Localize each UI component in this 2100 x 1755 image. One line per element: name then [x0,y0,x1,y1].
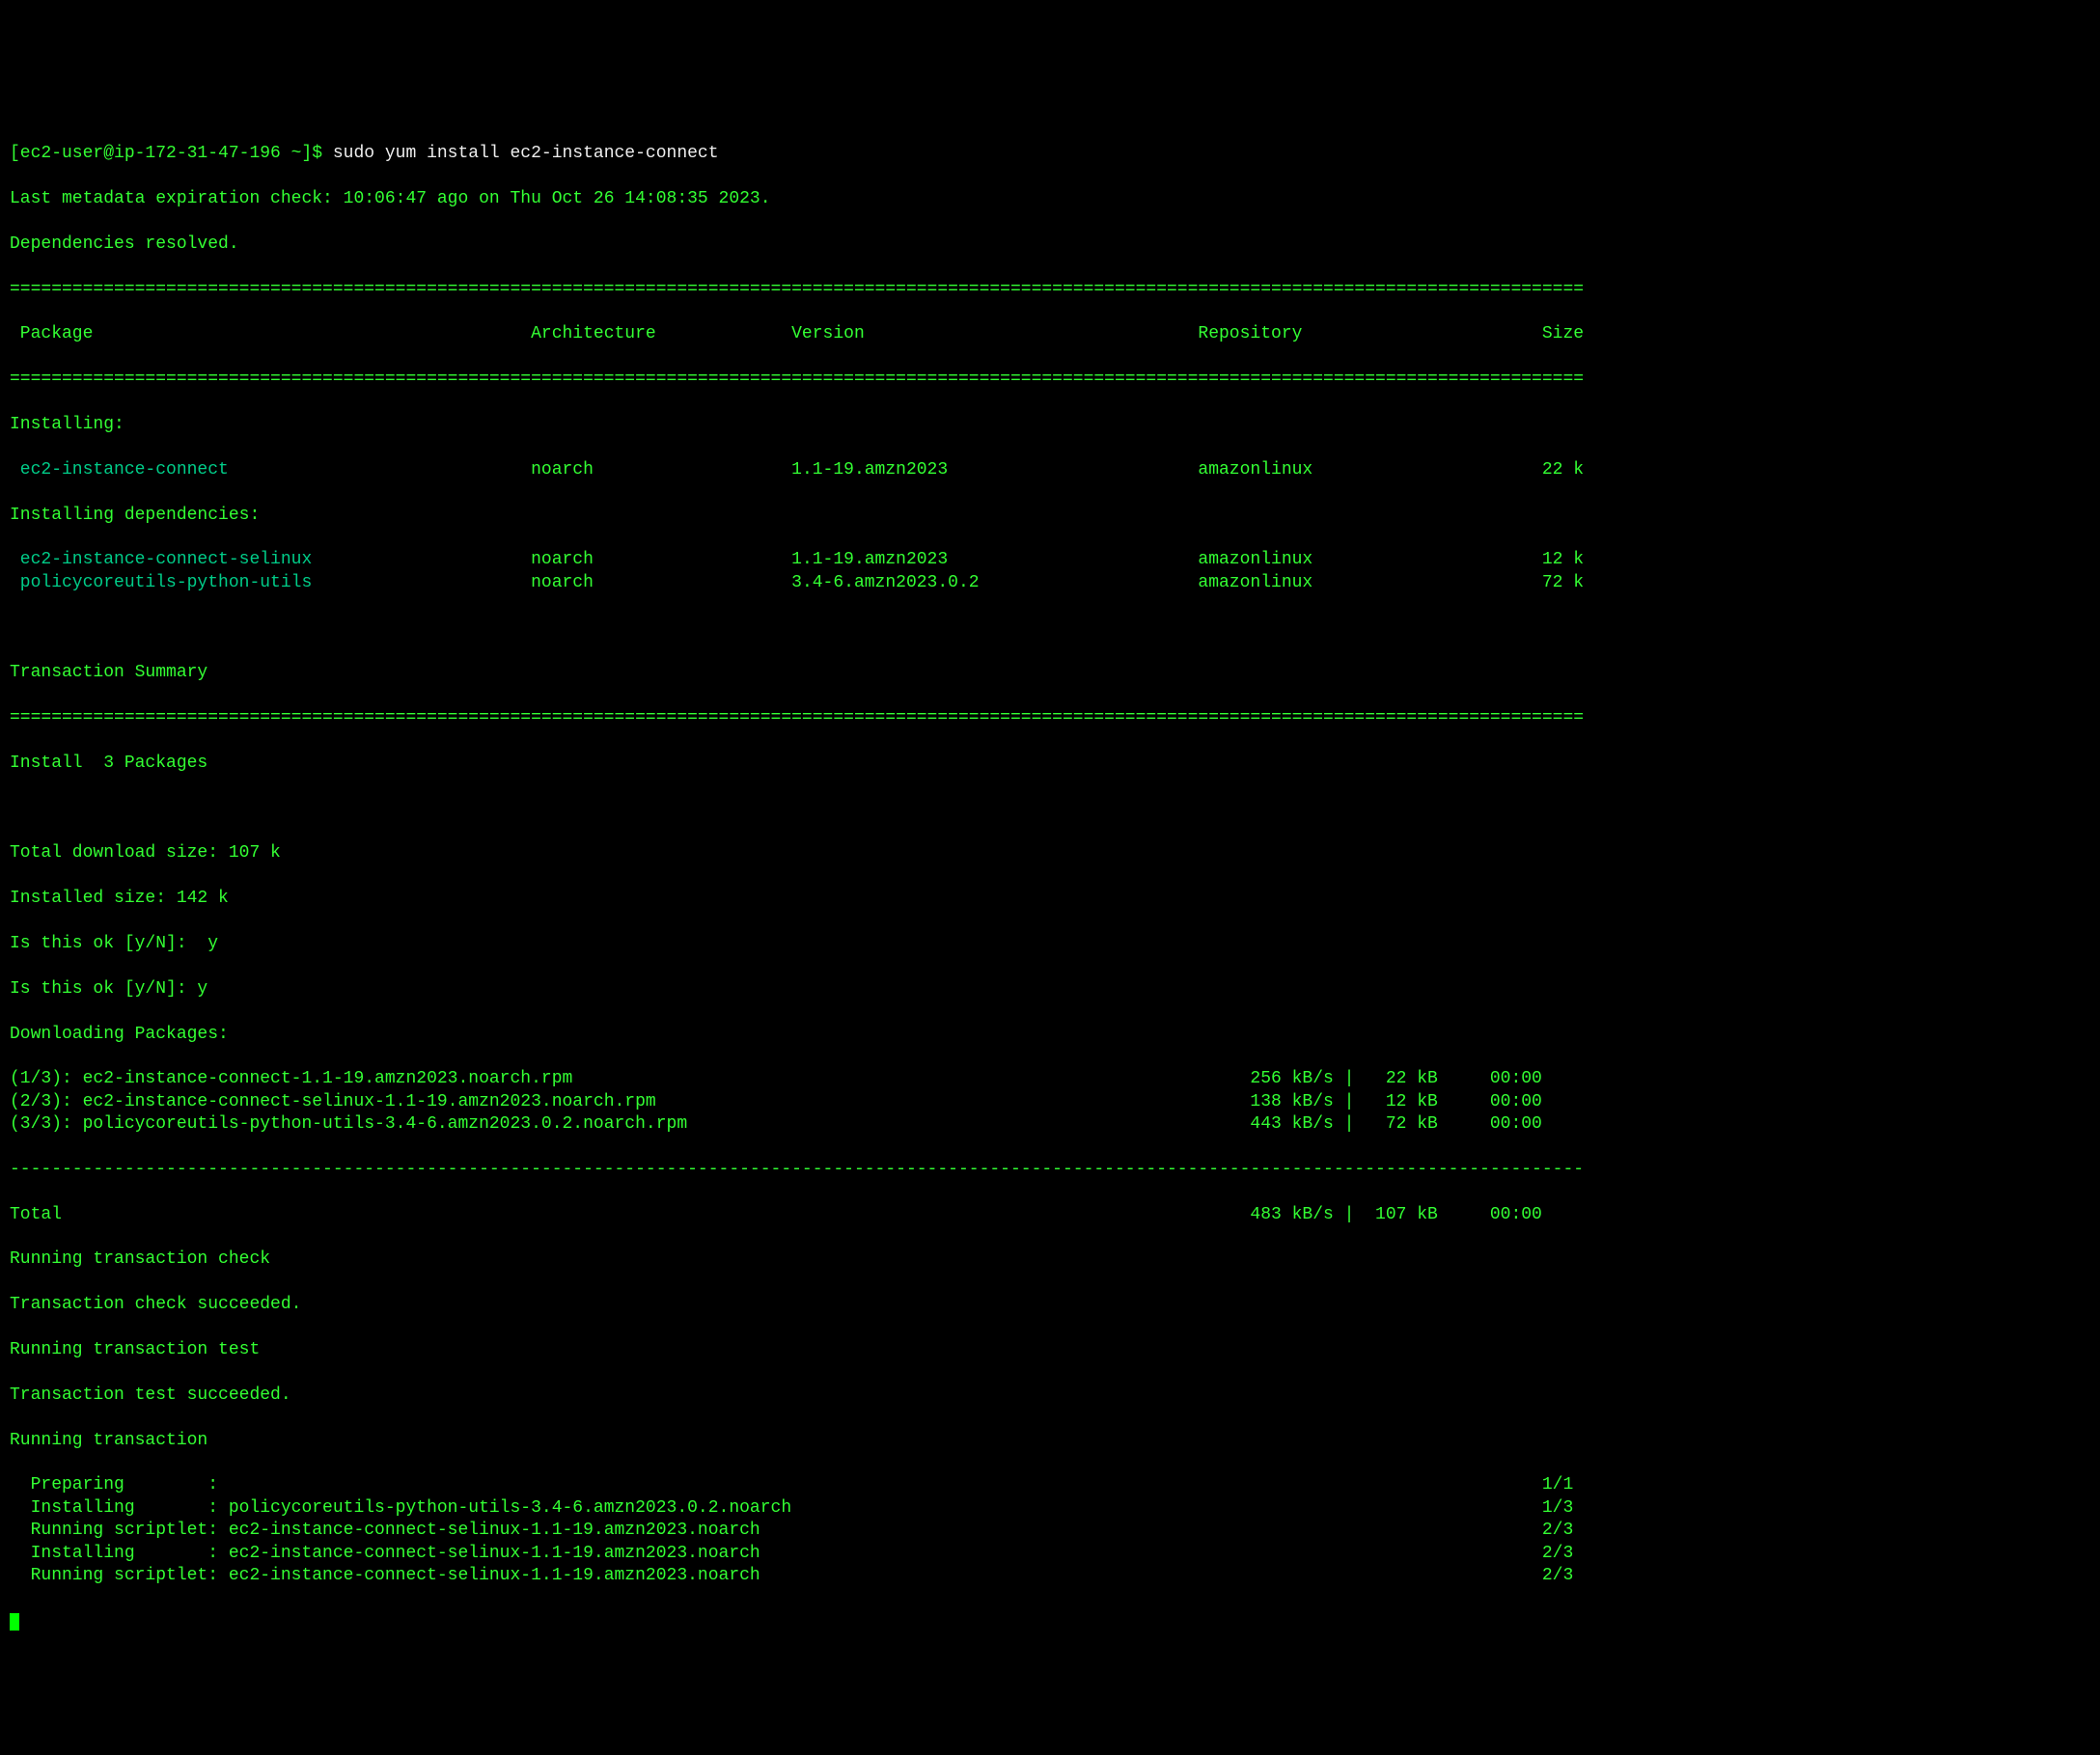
download-line: (3/3): policycoreutils-python-utils-3.4-… [10,1113,2090,1136]
package-details: noarch 3.4-6.amzn2023.0.2 amazonlinux 72… [531,573,1584,592]
section-installing: Installing: [10,414,2090,436]
package-row: ec2-instance-connect-selinux noarch 1.1-… [10,549,2090,571]
package-details: noarch 1.1-19.amzn2023 amazonlinux 22 k [531,460,1584,480]
installed-size: Installed size: 142 k [10,888,2090,910]
blank-line [10,798,2090,820]
package-row: policycoreutils-python-utils noarch 3.4-… [10,572,2090,594]
tx-check-succeeded: Transaction check succeeded. [10,1294,2090,1316]
total-line: Total 483 kB/s | 107 kB 00:00 [10,1204,2090,1226]
download-line: (2/3): ec2-instance-connect-selinux-1.1-… [10,1091,2090,1113]
confirm-prompt[interactable]: Is this ok [y/N]: y [10,978,2090,1001]
hr-dash: ----------------------------------------… [10,1159,2090,1181]
deps-resolved-line: Dependencies resolved. [10,233,2090,256]
hr: ========================================… [10,707,2090,729]
shell-prompt-line: [ec2-user@ip-172-31-47-196 ~]$ sudo yum … [10,143,2090,165]
package-row: ec2-instance-connect noarch 1.1-19.amzn2… [10,459,2090,481]
tx-step-line: Installing : policycoreutils-python-util… [10,1497,2090,1520]
tx-step-line: Preparing : 1/1 [10,1474,2090,1496]
tx-summary-label: Transaction Summary [10,662,2090,684]
package-name: ec2-instance-connect [10,460,531,480]
terminal-output[interactable]: [ec2-user@ip-172-31-47-196 ~]$ sudo yum … [0,113,2100,1642]
terminal-cursor [10,1613,19,1631]
hr: ========================================… [10,369,2090,391]
tx-test-running: Running transaction test [10,1339,2090,1361]
package-name: ec2-instance-connect-selinux [10,550,531,569]
metadata-check-line: Last metadata expiration check: 10:06:47… [10,188,2090,210]
package-name: policycoreutils-python-utils [10,573,531,592]
download-line: (1/3): ec2-instance-connect-1.1-19.amzn2… [10,1068,2090,1090]
tx-running: Running transaction [10,1430,2090,1452]
hr: ========================================… [10,279,2090,301]
confirm-prompt[interactable]: Is this ok [y/N]: y [10,933,2090,955]
package-details: noarch 1.1-19.amzn2023 amazonlinux 12 k [531,550,1584,569]
shell-prompt[interactable]: [ec2-user@ip-172-31-47-196 ~]$ [10,144,333,163]
tx-step-line: Running scriptlet: ec2-instance-connect-… [10,1565,2090,1587]
downloading-label: Downloading Packages: [10,1024,2090,1046]
install-count: Install 3 Packages [10,753,2090,775]
shell-command: sudo yum install ec2-instance-connect [333,144,719,163]
tx-check-running: Running transaction check [10,1248,2090,1271]
blank-line [10,617,2090,640]
table-header: Package Architecture Version Repository … [10,323,2090,345]
section-installing-deps: Installing dependencies: [10,505,2090,527]
tx-step-line: Installing : ec2-instance-connect-selinu… [10,1543,2090,1565]
total-download-size: Total download size: 107 k [10,842,2090,864]
tx-step-line: Running scriptlet: ec2-instance-connect-… [10,1520,2090,1542]
tx-test-succeeded: Transaction test succeeded. [10,1385,2090,1407]
